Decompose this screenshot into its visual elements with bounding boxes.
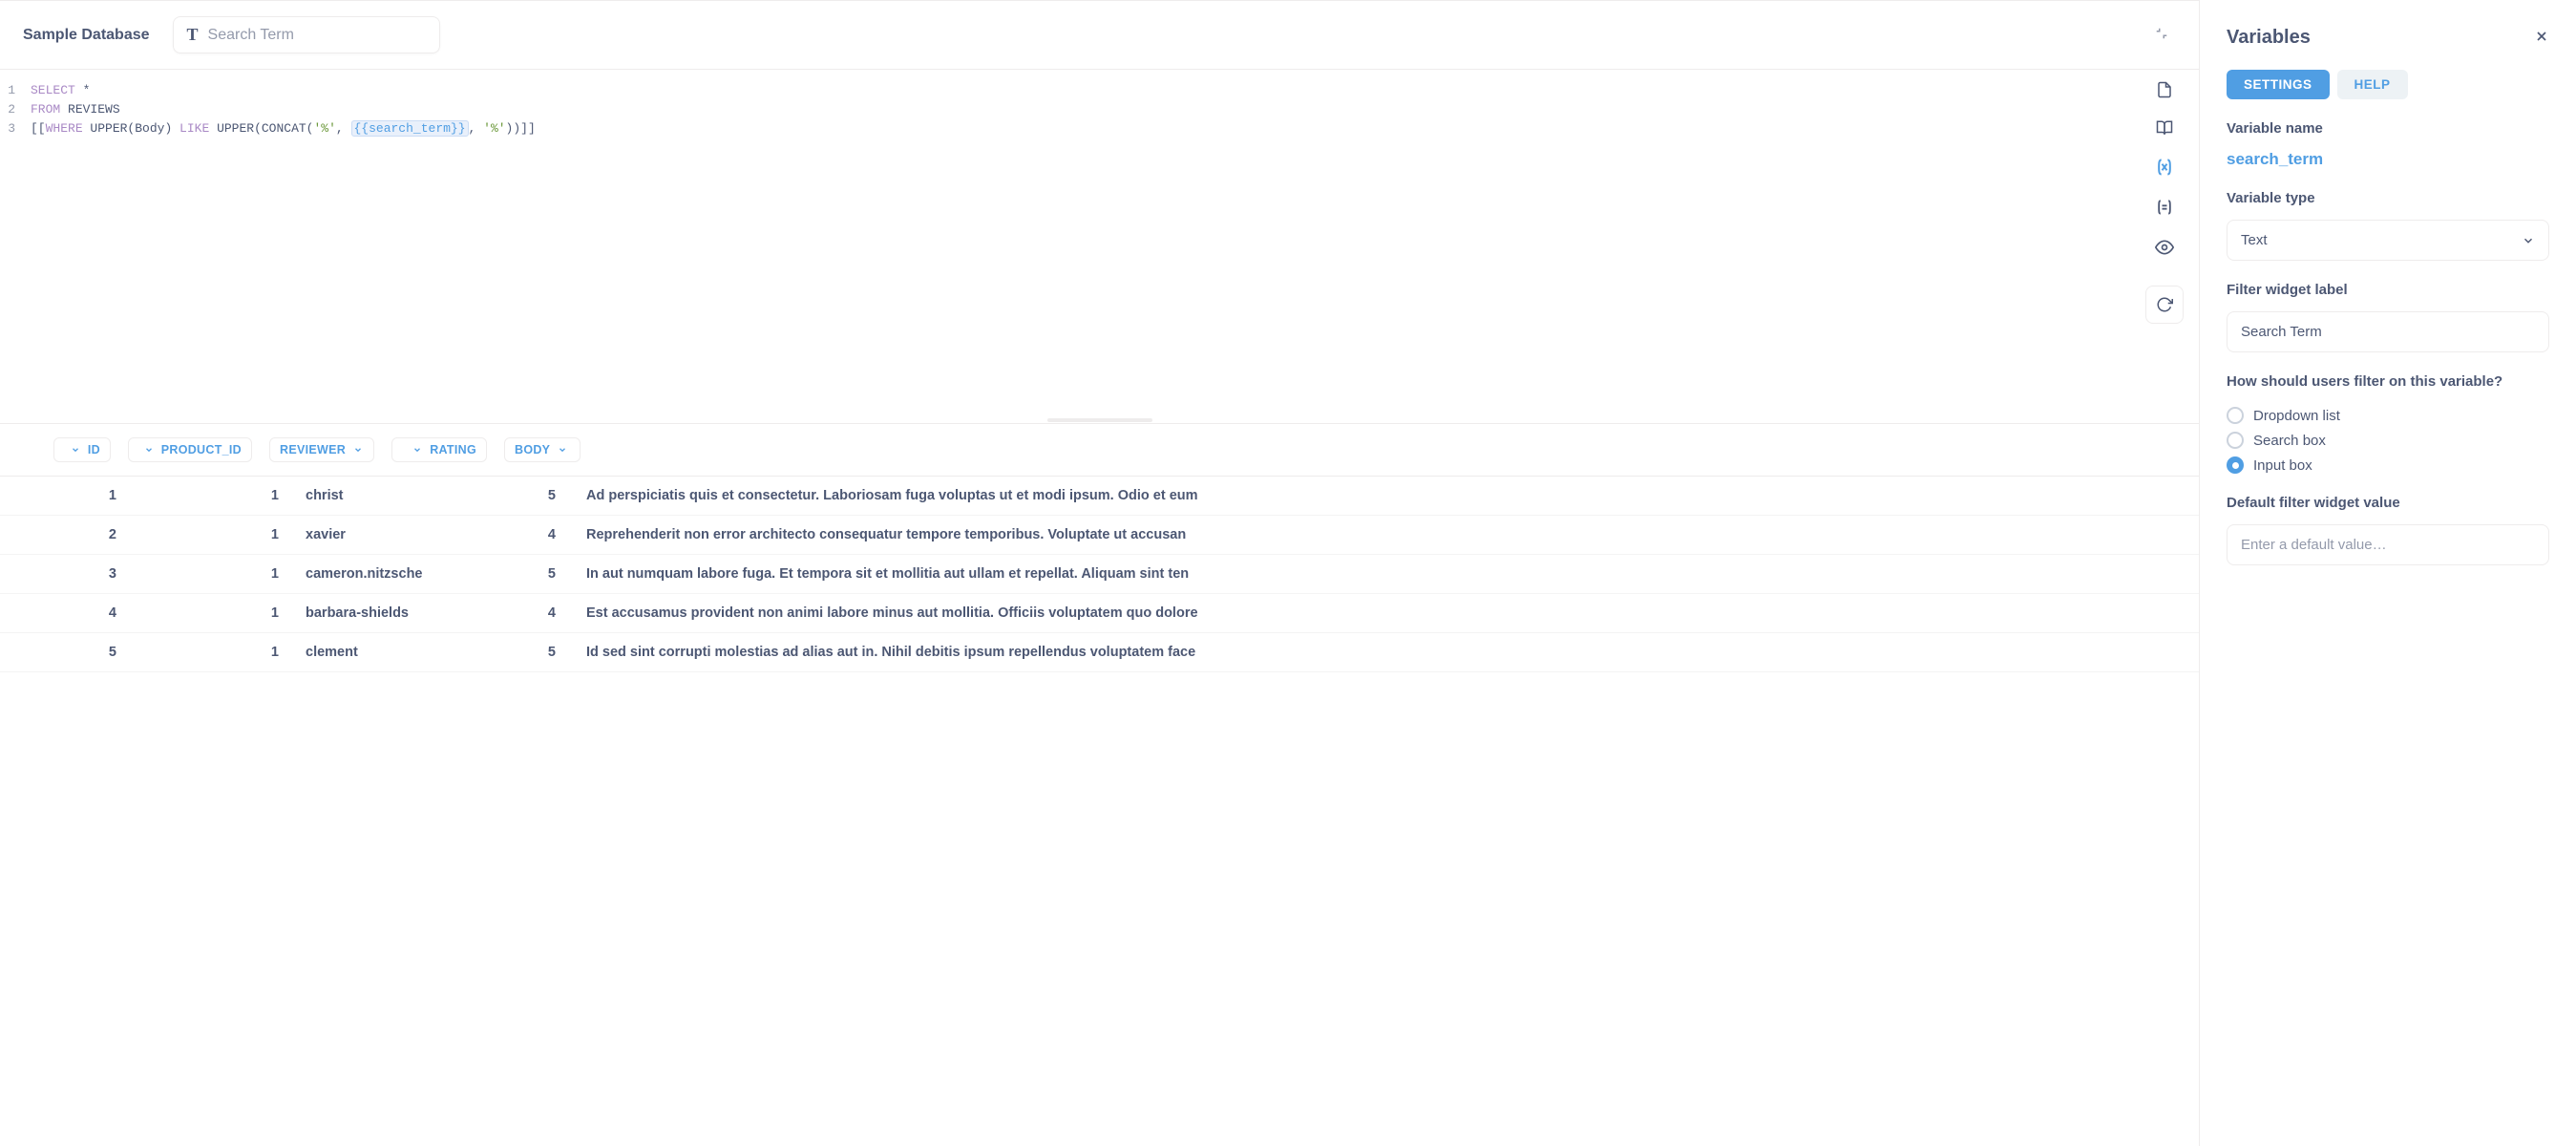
radio-input-box[interactable]: Input box [2227, 456, 2549, 474]
cell-reviewer: xavier [279, 527, 432, 542]
default-value-input[interactable] [2241, 537, 2535, 553]
variables-button[interactable] [2155, 158, 2174, 177]
column-headers: ID PRODUCT_ID REVIEWER RATING BODY [0, 424, 2199, 477]
snippets-button[interactable] [2156, 119, 2173, 137]
run-query-button[interactable] [2145, 286, 2184, 324]
cell-id: 2 [44, 527, 116, 542]
editor-toolbar [2145, 81, 2184, 324]
cell-body: In aut numquam labore fuga. Et tempora s… [556, 566, 2199, 582]
radio-circle-icon [2227, 407, 2244, 424]
cell-reviewer: christ [279, 488, 432, 503]
text-type-icon: T [187, 25, 199, 45]
cell-id: 3 [44, 566, 116, 582]
cell-body: Reprehenderit non error architecto conse… [556, 527, 2199, 542]
tab-settings[interactable]: SETTINGS [2227, 70, 2330, 99]
cell-id: 1 [44, 488, 116, 503]
data-reference-button[interactable] [2156, 81, 2173, 98]
format-button[interactable] [2155, 198, 2174, 217]
variable-token[interactable]: {{search_term}} [351, 120, 469, 137]
cell-body: Est accusamus provident non animi labore… [556, 605, 2199, 621]
sidebar-tabs: SETTINGS HELP [2227, 70, 2549, 99]
variable-name-label: Variable name [2227, 120, 2549, 137]
query-header: Sample Database T [0, 1, 2199, 70]
editor-gutter: 1 2 3 [0, 70, 23, 417]
variables-sidebar: Variables SETTINGS HELP Variable name se… [2199, 0, 2576, 1146]
cell-id: 5 [44, 645, 116, 660]
close-sidebar-button[interactable] [2534, 29, 2549, 47]
column-header-product-id[interactable]: PRODUCT_ID [128, 437, 252, 462]
table-row[interactable]: 31cameron.nitzsche5In aut numquam labore… [0, 555, 2199, 594]
radio-search-box[interactable]: Search box [2227, 432, 2549, 449]
column-header-body[interactable]: BODY [504, 437, 581, 462]
cell-product-id: 1 [116, 645, 279, 660]
collapse-editor-button[interactable] [2147, 19, 2176, 51]
radio-circle-icon [2227, 432, 2244, 449]
variable-type-select[interactable]: Text [2227, 220, 2549, 261]
cell-rating: 5 [432, 566, 556, 582]
table-row[interactable]: 51clement5Id sed sint corrupti molestias… [0, 633, 2199, 672]
filter-widget-label-input[interactable] [2241, 324, 2535, 340]
filter-mode-radio-group: Dropdown list Search box Input box [2227, 407, 2549, 474]
column-header-reviewer[interactable]: REVIEWER [269, 437, 374, 462]
default-value-input-wrap [2227, 524, 2549, 565]
editor-code[interactable]: SELECT *FROM REVIEWS[[WHERE UPPER(Body) … [23, 70, 2199, 417]
cell-product-id: 1 [116, 488, 279, 503]
radio-circle-checked-icon [2227, 456, 2244, 474]
cell-body: Id sed sint corrupti molestias ad alias … [556, 645, 2199, 660]
cell-product-id: 1 [116, 566, 279, 582]
cell-rating: 5 [432, 645, 556, 660]
table-row[interactable]: 11christ5Ad perspiciatis quis et consect… [0, 477, 2199, 516]
cell-product-id: 1 [116, 527, 279, 542]
cell-rating: 5 [432, 488, 556, 503]
table-row[interactable]: 41barbara-shields4Est accusamus providen… [0, 594, 2199, 633]
chevron-down-icon [2522, 234, 2535, 247]
filter-widget-label-input-wrap [2227, 311, 2549, 352]
column-header-rating[interactable]: RATING [391, 437, 487, 462]
tab-help[interactable]: HELP [2337, 70, 2408, 99]
column-header-id[interactable]: ID [53, 437, 111, 462]
cell-product-id: 1 [116, 605, 279, 621]
search-term-input[interactable] [208, 27, 426, 44]
table-row[interactable]: 21xavier4Reprehenderit non error archite… [0, 516, 2199, 555]
filter-widget-label-label: Filter widget label [2227, 282, 2549, 298]
cell-id: 4 [44, 605, 116, 621]
database-name[interactable]: Sample Database [23, 27, 150, 44]
cell-reviewer: cameron.nitzsche [279, 566, 432, 582]
variable-type-label: Variable type [2227, 190, 2549, 206]
data-rows: 11christ5Ad perspiciatis quis et consect… [0, 477, 2199, 1146]
cell-rating: 4 [432, 605, 556, 621]
search-term-filter[interactable]: T [173, 16, 440, 53]
cell-rating: 4 [432, 527, 556, 542]
preview-button[interactable] [2155, 238, 2174, 257]
sidebar-title: Variables [2227, 27, 2311, 49]
cell-reviewer: barbara-shields [279, 605, 432, 621]
radio-dropdown-list[interactable]: Dropdown list [2227, 407, 2549, 424]
sql-editor[interactable]: 1 2 3 SELECT *FROM REVIEWS[[WHERE UPPER(… [0, 70, 2199, 417]
default-value-label: Default filter widget value [2227, 495, 2549, 511]
cell-body: Ad perspiciatis quis et consectetur. Lab… [556, 488, 2199, 503]
cell-reviewer: clement [279, 645, 432, 660]
variable-name-value: search_term [2227, 150, 2549, 169]
results-panel: ID PRODUCT_ID REVIEWER RATING BODY [0, 423, 2199, 1146]
filter-mode-label: How should users filter on this variable… [2227, 373, 2549, 390]
